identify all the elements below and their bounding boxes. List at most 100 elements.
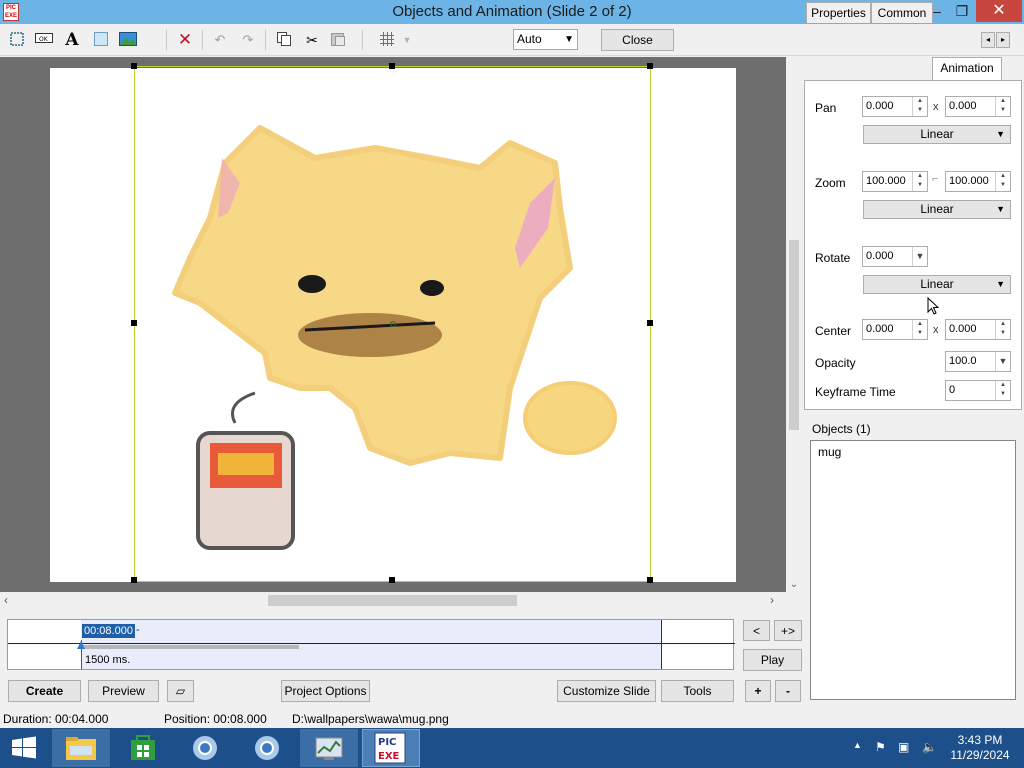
add-keyframe-button[interactable]: +> <box>774 620 802 641</box>
flag-icon[interactable]: ⚑ <box>875 740 886 754</box>
zoom-x-input[interactable]: 100.000 ▲ ▼ <box>862 171 928 192</box>
timeline-duration-label: 1500 ms. <box>85 654 131 666</box>
customize-slide-button[interactable]: Customize Slide <box>557 680 656 702</box>
browser-icon[interactable] <box>238 729 296 767</box>
x-separator: x <box>933 324 939 336</box>
toolbar: OK A ✕ ↶ ↷ ✂ ▼ Auto ▼ Close ◂ ▸ <box>0 24 1024 56</box>
pan-interpolation-value: Linear <box>920 127 954 141</box>
close-window-button[interactable]: ✕ <box>976 0 1022 22</box>
screen-icon[interactable]: ▱ <box>167 680 194 702</box>
center-x-value: 0.000 <box>866 323 894 335</box>
browser-icon[interactable] <box>176 729 234 767</box>
rotate-input[interactable]: 0.000 ▼ <box>862 246 928 267</box>
project-options-button[interactable]: Project Options <box>281 680 370 702</box>
svg-text:EXE: EXE <box>378 751 400 762</box>
tools-button[interactable]: Tools <box>661 680 734 702</box>
text-icon[interactable]: A <box>63 31 81 49</box>
opacity-label: Opacity <box>815 356 856 370</box>
center-point-icon[interactable] <box>390 321 396 327</box>
resize-handle[interactable] <box>131 63 137 69</box>
spinner-icon[interactable]: ▲ ▼ <box>912 320 927 339</box>
resize-handle[interactable] <box>389 577 395 583</box>
rotate-interpolation-select[interactable]: Linear ▼ <box>863 275 1011 294</box>
spinner-icon[interactable]: ▲ ▼ <box>995 97 1010 116</box>
zoom-select[interactable]: Auto ▼ <box>513 29 578 50</box>
vertical-scroll-thumb[interactable] <box>789 240 799 430</box>
redo-icon[interactable]: ↷ <box>239 31 257 49</box>
resize-handle[interactable] <box>131 320 137 326</box>
close-button[interactable]: Close <box>601 29 674 51</box>
system-clock[interactable]: 3:43 PM 11/29/2024 <box>946 733 1014 763</box>
zoom-interpolation-select[interactable]: Linear ▼ <box>863 200 1011 219</box>
maximize-button[interactable]: ❐ <box>948 0 976 22</box>
picexe-app-icon[interactable]: PIC EXE <box>362 729 420 767</box>
play-button[interactable]: Play <box>743 649 802 671</box>
file-explorer-icon[interactable] <box>52 729 110 767</box>
start-button[interactable] <box>0 729 48 767</box>
pan-x-input[interactable]: 0.000 ▲ ▼ <box>862 96 928 117</box>
delete-icon[interactable]: ✕ <box>176 31 194 49</box>
list-item[interactable]: mug <box>818 445 841 459</box>
cut-icon[interactable]: ✂ <box>303 31 321 49</box>
rotate-label: Rotate <box>815 251 851 265</box>
resize-handle[interactable] <box>647 63 653 69</box>
spinner-icon[interactable]: ▲ ▼ <box>995 320 1010 339</box>
ok-button-icon[interactable]: OK <box>35 31 53 49</box>
zoom-y-input[interactable]: 100.000 ▲ ▼ <box>945 171 1011 192</box>
zoom-y-value: 100.000 <box>949 175 989 187</box>
scroll-right-icon[interactable]: › <box>770 593 774 607</box>
copy-icon[interactable] <box>275 31 293 49</box>
center-x-input[interactable]: 0.000 ▲ ▼ <box>862 319 928 340</box>
selection-box[interactable] <box>131 63 653 583</box>
link-icon[interactable]: ⌐ <box>932 173 938 185</box>
nav-prev-button[interactable]: ◂ <box>981 32 995 48</box>
keyframe-time-input[interactable]: 0 ▲ ▼ <box>945 380 1011 401</box>
scroll-left-icon[interactable]: ‹ <box>4 593 8 607</box>
chevron-down-icon[interactable]: ▼ <box>995 352 1010 371</box>
create-button[interactable]: Create <box>8 680 81 702</box>
resize-handle[interactable] <box>131 577 137 583</box>
chevron-down-icon[interactable]: ▼ <box>912 247 927 266</box>
spinner-icon[interactable]: ▲ ▼ <box>995 172 1010 191</box>
spinner-icon[interactable]: ▲ ▼ <box>995 381 1010 400</box>
pan-label: Pan <box>815 101 837 115</box>
timeline[interactable]: 00:08.000 - 1500 ms. <box>7 619 735 670</box>
paste-icon[interactable] <box>329 31 347 49</box>
tab-animation[interactable]: Animation <box>932 57 1002 81</box>
scroll-down-icon[interactable]: ⌄ <box>786 579 802 590</box>
prev-keyframe-button[interactable]: < <box>743 620 770 641</box>
grid-icon[interactable] <box>378 31 396 49</box>
resize-handle[interactable] <box>647 320 653 326</box>
remove-object-button[interactable]: - <box>775 680 801 702</box>
zoom-label: Zoom <box>815 176 846 190</box>
monitor-app-icon[interactable] <box>300 729 358 767</box>
resize-handle[interactable] <box>647 577 653 583</box>
pan-interpolation-select[interactable]: Linear ▼ <box>863 125 1011 144</box>
network-icon[interactable]: ▣ <box>898 740 909 754</box>
opacity-input[interactable]: 100.0 ▼ <box>945 351 1011 372</box>
horizontal-scroll-thumb[interactable] <box>268 595 517 606</box>
slide-canvas[interactable] <box>50 63 736 583</box>
vertical-scrollbar[interactable]: ⌄ <box>786 57 802 592</box>
pan-y-input[interactable]: 0.000 ▲ ▼ <box>945 96 1011 117</box>
tray-expand-icon[interactable]: ▲ <box>853 740 862 750</box>
tab-properties[interactable]: Properties <box>806 2 871 23</box>
add-object-button[interactable]: + <box>745 680 771 702</box>
preview-button[interactable]: Preview <box>88 680 159 702</box>
image-icon[interactable] <box>119 31 137 49</box>
tab-common[interactable]: Common <box>871 2 933 23</box>
frame-icon[interactable] <box>8 31 26 49</box>
rectangle-icon[interactable] <box>92 31 110 49</box>
resize-handle[interactable] <box>389 63 395 69</box>
undo-icon[interactable]: ↶ <box>211 31 229 49</box>
keyframe-marker-icon[interactable] <box>77 641 85 649</box>
horizontal-scrollbar[interactable]: ‹ › <box>0 592 786 609</box>
volume-icon[interactable]: 🔈 <box>922 740 937 754</box>
nav-next-button[interactable]: ▸ <box>996 32 1010 48</box>
store-icon[interactable] <box>114 729 172 767</box>
objects-list[interactable]: mug <box>810 440 1016 700</box>
center-y-input[interactable]: 0.000 ▲ ▼ <box>945 319 1011 340</box>
spinner-icon[interactable]: ▲ ▼ <box>912 172 927 191</box>
spinner-icon[interactable]: ▲ ▼ <box>912 97 927 116</box>
grid-dropdown-icon[interactable]: ▼ <box>398 31 416 49</box>
